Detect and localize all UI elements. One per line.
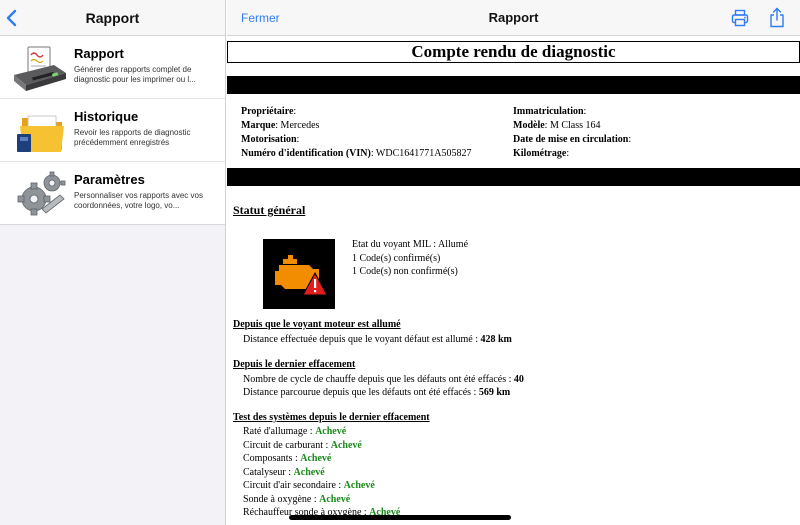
print-icon[interactable] <box>731 9 749 27</box>
vehicle-info-left: Propriétaire: Marque: Mercedes Motorisat… <box>241 105 471 161</box>
gears-icon <box>17 171 66 216</box>
sidebar-menu: Rapport Générer des rapports complet de … <box>0 36 225 225</box>
sidebar-nav-bar: Rapport <box>0 0 225 36</box>
detail-pane: Fermer Rapport Compte rendu de diagnosti… <box>227 0 800 525</box>
mil-state-text: Etat du voyant MIL : Allumé <box>352 239 469 250</box>
brand-row: Marque: Mercedes <box>241 120 320 131</box>
mil-status-info: Etat du voyant MIL : Allumé 1 Code(s) co… <box>352 238 468 279</box>
since-clear-distance: Distance parcourue depuis que les défaut… <box>243 387 511 398</box>
share-icon[interactable] <box>769 7 785 28</box>
printer-report-icon <box>14 46 66 91</box>
model-row: Modèle: M Class 164 <box>513 120 601 131</box>
report-document[interactable]: Compte rendu de diagnostic Propriétaire:… <box>227 36 800 525</box>
sidebar-title: Rapport <box>85 10 140 26</box>
system-test-row: Catalyseur : Achevé <box>243 466 325 478</box>
confirmed-codes-text: 1 Code(s) confirmé(s) <box>352 252 441 264</box>
detail-nav-bar: Fermer Rapport <box>227 0 800 36</box>
report-header: Compte rendu de diagnostic <box>227 41 800 63</box>
plate-row: Immatriculation: <box>513 106 587 117</box>
detail-title: Rapport <box>488 10 539 25</box>
vin-row: Numéro d'identification (VIN): WDC164177… <box>241 148 472 159</box>
since-mil-distance: Distance effectuée depuis que le voyant … <box>243 334 512 345</box>
home-indicator[interactable] <box>289 515 511 520</box>
section-divider <box>227 168 800 186</box>
check-engine-icon <box>263 239 335 309</box>
owner-row: Propriétaire: <box>241 106 297 117</box>
sidebar-item-title: Rapport <box>74 46 124 61</box>
sidebar-item-title: Historique <box>74 109 139 124</box>
system-test-row: Circuit d'air secondaire : Achevé <box>243 480 375 491</box>
engine-row: Motorisation: <box>241 134 300 145</box>
system-test-row: Circuit de carburant : Achevé <box>243 439 362 451</box>
since-clear-title: Depuis le dernier effacement <box>233 359 356 370</box>
sidebar-item-description: Personnaliser vos rapports avec vos coor… <box>74 191 203 210</box>
sidebar-item-description: Revoir les rapports de diagnostic précéd… <box>74 128 191 147</box>
system-tests-title: Test des systèmes depuis le dernier effa… <box>233 412 430 423</box>
unconfirmed-codes-text: 1 Code(s) non confirmé(s) <box>352 266 458 277</box>
section-divider <box>227 76 800 94</box>
vehicle-info-right: Immatriculation: Modèle: M Class 164 Dat… <box>513 105 631 161</box>
system-test-row: Raté d'allumage : Achevé <box>243 426 347 437</box>
sidebar-item-historique[interactable]: Historique Revoir les rapports de diagno… <box>0 99 225 162</box>
since-clear-cycles: Nombre de cycle de chauffe depuis que le… <box>243 374 524 385</box>
status-title: Statut général <box>233 203 306 217</box>
mileage-row: Kilométrage: <box>513 148 570 159</box>
sidebar-item-title: Paramètres <box>74 172 145 187</box>
system-test-row: Composants : Achevé <box>243 453 332 464</box>
sidebar-item-rapport[interactable]: Rapport Générer des rapports complet de … <box>0 36 225 99</box>
system-test-row: Sonde à oxygène : Achevé <box>243 493 351 505</box>
since-mil-title: Depuis que le voyant moteur est allumé <box>233 319 401 330</box>
folder-icon <box>17 115 64 152</box>
registration-date-row: Date de mise en circulation: <box>513 134 632 145</box>
sidebar-item-description: Générer des rapports complet de diagnost… <box>74 65 196 84</box>
sidebar-item-parametres[interactable]: Paramètres Personnaliser vos rapports av… <box>0 162 225 225</box>
sidebar: Rapport Rapport Générer des rapports com… <box>0 0 226 525</box>
